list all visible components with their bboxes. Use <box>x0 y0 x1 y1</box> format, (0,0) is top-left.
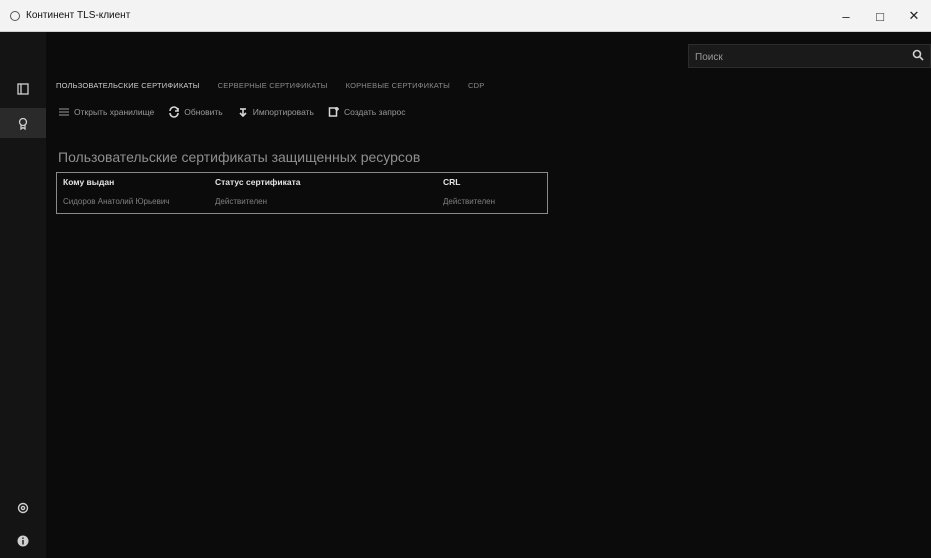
info-icon <box>17 535 29 547</box>
settings-icon <box>17 502 29 514</box>
left-rail <box>0 32 46 558</box>
close-button[interactable]: ✕ <box>897 0 931 32</box>
certificates-nav-button[interactable] <box>0 108 46 138</box>
refresh-button[interactable]: Обновить <box>168 106 223 118</box>
title-bar: Континент TLS-клиент – □ ✕ <box>0 0 931 32</box>
create-request-button[interactable]: Создать запрос <box>328 106 406 118</box>
create-request-label: Создать запрос <box>343 107 406 117</box>
cell-certificate-status: Действителен <box>215 197 268 206</box>
minimize-button[interactable]: – <box>829 0 863 32</box>
refresh-icon <box>169 106 180 118</box>
tab-root-certificates[interactable]: КОРНЕВЫЕ СЕРТИФИКАТЫ <box>346 81 450 90</box>
settings-nav-button[interactable] <box>0 493 46 523</box>
store-icon <box>59 108 69 116</box>
import-label: Импортировать <box>252 107 314 117</box>
column-issued-to[interactable]: Кому выдан <box>63 177 114 187</box>
open-store-label: Открыть хранилище <box>74 107 155 117</box>
tab-server-certificates[interactable]: СЕРВЕРНЫЕ СЕРТИФИКАТЫ <box>218 81 328 90</box>
cell-crl: Действителен <box>443 197 496 206</box>
column-crl[interactable]: CRL <box>443 177 460 187</box>
search-input[interactable] <box>689 45 897 69</box>
search-icon[interactable] <box>912 49 924 64</box>
maximize-button[interactable]: □ <box>863 0 897 32</box>
import-button[interactable]: Импортировать <box>237 106 314 118</box>
table-header: Кому выдан Статус сертификата CRL <box>57 173 547 193</box>
certificates-icon <box>18 117 28 130</box>
window-controls: – □ ✕ <box>829 0 931 32</box>
create-request-icon <box>328 107 339 117</box>
info-nav-button[interactable] <box>0 526 46 556</box>
app-icon <box>10 10 20 21</box>
resources-icon <box>17 83 29 95</box>
window-title: Континент TLS-клиент <box>26 10 131 21</box>
tab-cdp[interactable]: CDP <box>468 81 484 90</box>
import-icon <box>239 108 247 118</box>
section-title: Пользовательские сертификаты защищенных … <box>58 149 421 165</box>
resources-nav-button[interactable] <box>0 74 46 104</box>
refresh-label: Обновить <box>184 107 223 117</box>
tab-user-certificates[interactable]: ПОЛЬЗОВАТЕЛЬСКИЕ СЕРТИФИКАТЫ <box>56 81 200 90</box>
tab-bar: ПОЛЬЗОВАТЕЛЬСКИЕ СЕРТИФИКАТЫ СЕРВЕРНЫЕ С… <box>56 76 502 94</box>
column-certificate-status[interactable]: Статус сертификата <box>215 177 300 187</box>
search-box <box>688 44 931 69</box>
table-row[interactable]: Сидоров Анатолий Юрьевич Действителен Де… <box>57 193 547 213</box>
open-store-button[interactable]: Открыть хранилище <box>58 106 154 118</box>
cell-issued-to: Сидоров Анатолий Юрьевич <box>63 197 170 206</box>
toolbar: Открыть хранилище Обновить Импортировать… <box>58 103 420 121</box>
certificates-table: Кому выдан Статус сертификата CRL Сидоро… <box>56 172 548 214</box>
